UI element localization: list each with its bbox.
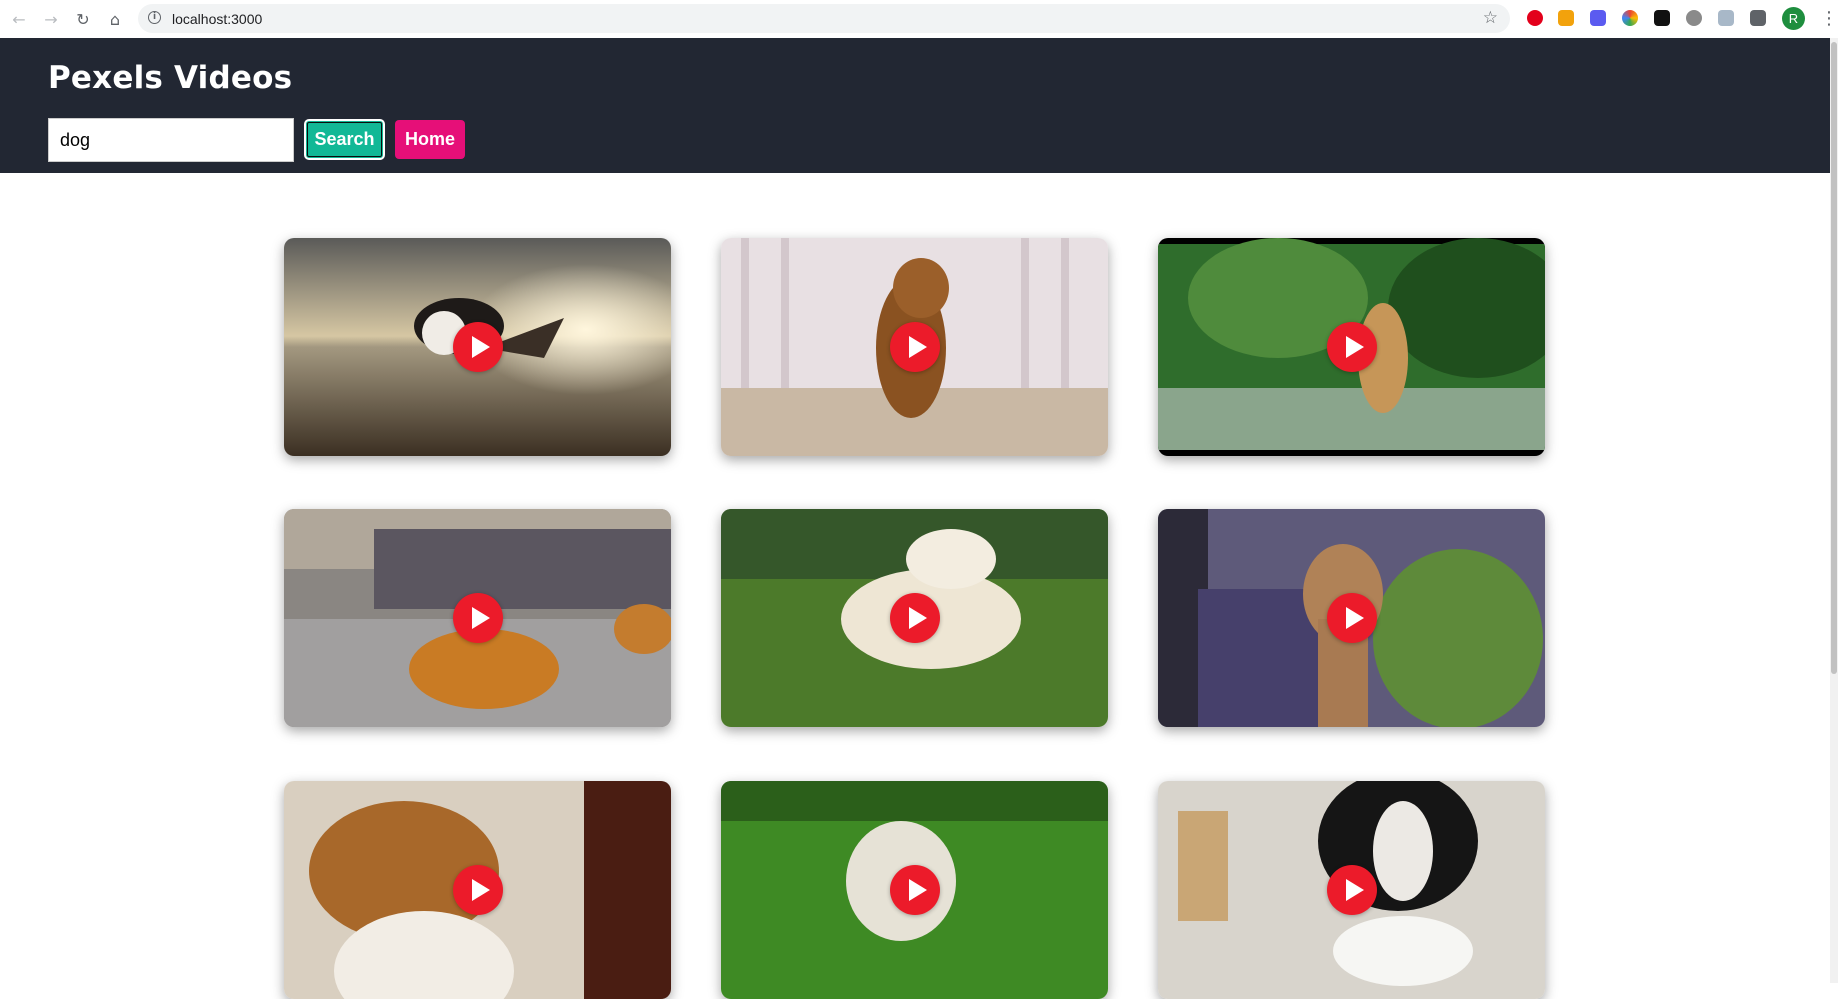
video-card[interactable] bbox=[721, 238, 1108, 456]
video-card[interactable] bbox=[284, 781, 671, 999]
video-card[interactable] bbox=[284, 238, 671, 456]
menu-kebab-icon[interactable]: ⋮ bbox=[1820, 8, 1838, 29]
search-button[interactable]: Search bbox=[304, 119, 385, 160]
megaphone-extension-icon[interactable] bbox=[1558, 10, 1574, 26]
play-icon[interactable] bbox=[1326, 322, 1377, 372]
home-button[interactable]: Home bbox=[395, 120, 465, 159]
video-card[interactable] bbox=[1158, 238, 1545, 456]
gear-extension-icon[interactable] bbox=[1686, 10, 1702, 26]
bookmark-star-icon[interactable]: ☆ bbox=[1483, 8, 1498, 28]
video-card[interactable] bbox=[1158, 781, 1545, 999]
site-info-icon[interactable]: i bbox=[148, 11, 161, 24]
puzzle-extensions-icon[interactable] bbox=[1750, 10, 1766, 26]
scrollbar-thumb[interactable] bbox=[1831, 42, 1837, 674]
play-icon[interactable] bbox=[1326, 865, 1377, 915]
play-icon[interactable] bbox=[1326, 593, 1377, 643]
play-icon[interactable] bbox=[889, 593, 940, 643]
fish-extension-icon[interactable] bbox=[1654, 10, 1670, 26]
video-card[interactable] bbox=[1158, 509, 1545, 727]
play-icon[interactable] bbox=[452, 593, 503, 643]
play-icon[interactable] bbox=[889, 322, 940, 372]
browser-toolbar: ← → ↻ ⌂ i localhost:3000 ☆ R ⋮ bbox=[0, 0, 1838, 39]
play-icon[interactable] bbox=[452, 865, 503, 915]
video-card[interactable] bbox=[721, 781, 1108, 999]
address-url[interactable]: localhost:3000 bbox=[172, 11, 262, 27]
profile-avatar[interactable]: R bbox=[1782, 7, 1805, 30]
download-extension-icon[interactable] bbox=[1718, 10, 1734, 26]
app-header: Pexels Videos Search Home bbox=[0, 38, 1830, 173]
play-icon[interactable] bbox=[452, 322, 503, 372]
opera-extension-icon[interactable] bbox=[1527, 10, 1543, 26]
video-extension-icon[interactable] bbox=[1590, 10, 1606, 26]
home-icon[interactable]: ⌂ bbox=[104, 8, 126, 30]
forward-arrow-icon[interactable]: → bbox=[40, 8, 62, 30]
search-input[interactable] bbox=[48, 118, 294, 162]
app-title: Pexels Videos bbox=[48, 60, 293, 96]
color-wheel-extension-icon[interactable] bbox=[1622, 10, 1638, 26]
play-icon[interactable] bbox=[889, 865, 940, 915]
reload-icon[interactable]: ↻ bbox=[72, 8, 94, 30]
video-card[interactable] bbox=[284, 509, 671, 727]
video-card[interactable] bbox=[721, 509, 1108, 727]
back-arrow-icon[interactable]: ← bbox=[8, 8, 30, 30]
address-bar[interactable]: i localhost:3000 ☆ bbox=[138, 4, 1510, 33]
page-scrollbar[interactable] bbox=[1830, 38, 1838, 983]
